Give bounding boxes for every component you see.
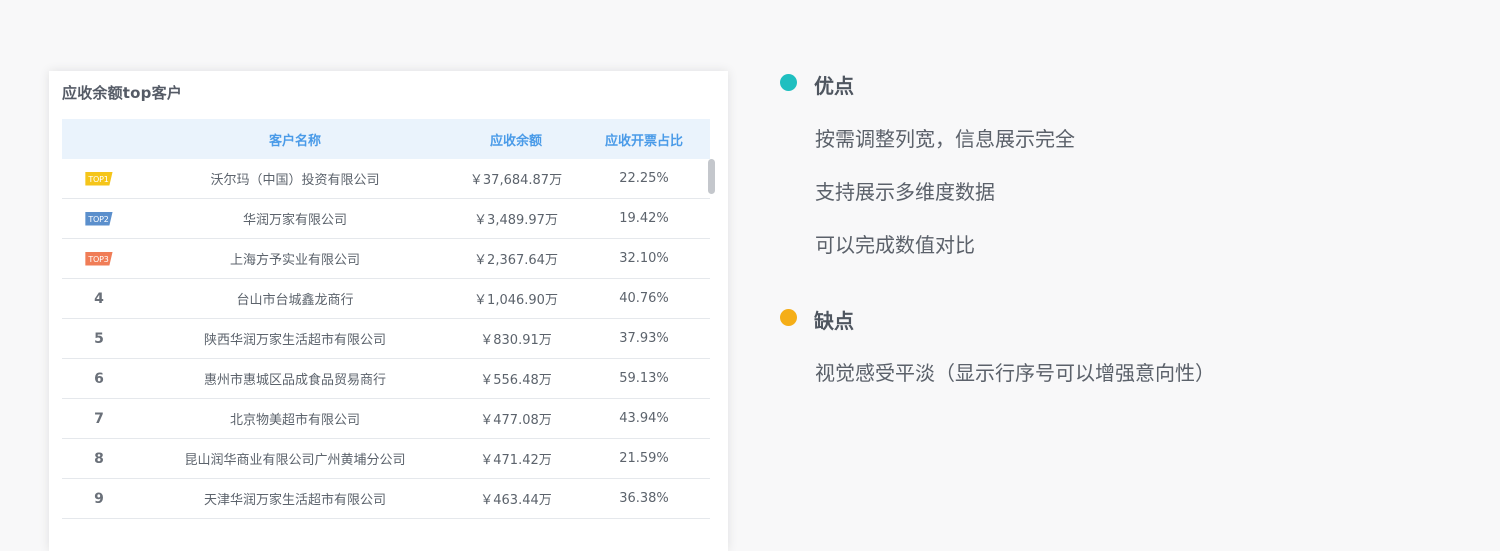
top2-badge: TOP2 (85, 211, 113, 226)
pros-point: 支持展示多维度数据 (815, 180, 995, 204)
amount-cell: ￥37,684.87万 (469, 173, 563, 188)
ratio-cell: 21.59% (619, 451, 669, 466)
rank-number: 9 (94, 490, 104, 507)
customer-name-cell: 北京物美超市有限公司 (229, 413, 360, 428)
customer-name-cell: 昆山润华商业有限公司广州黄埔分公司 (184, 453, 406, 468)
table-header: 客户名称 应收余额 应收开票占比 (62, 119, 710, 159)
amount-cell: ￥830.91万 (480, 333, 552, 348)
rank-number: 6 (94, 370, 104, 387)
customers-table: 客户名称 应收余额 应收开票占比 TOP1 沃尔玛（中国）投资有限公司 ￥37,… (62, 119, 710, 519)
table-row[interactable]: 8 昆山润华商业有限公司广州黄埔分公司 ￥471.42万 21.59% (62, 439, 710, 479)
ratio-cell: 40.76% (619, 291, 669, 306)
amount-cell: ￥477.08万 (480, 413, 552, 428)
header-customer-name[interactable]: 客户名称 (136, 130, 454, 149)
rank-number: 4 (94, 290, 104, 307)
header-receivable-amount[interactable]: 应收余额 (454, 130, 578, 149)
customer-name-cell: 台山市台城鑫龙商行 (236, 293, 354, 308)
customer-name-cell: 惠州市惠城区品成食品贸易商行 (203, 373, 386, 388)
amount-cell: ￥3,489.97万 (474, 213, 558, 228)
pros-dot-icon (780, 74, 797, 91)
table-row[interactable]: 6 惠州市惠城区品成食品贸易商行 ￥556.48万 59.13% (62, 359, 710, 399)
cons-point: 视觉感受平淡（显示行序号可以增强意向性） (815, 361, 1215, 385)
ratio-cell: 32.10% (619, 251, 669, 266)
table-row[interactable]: TOP2 华润万家有限公司 ￥3,489.97万 19.42% (62, 199, 710, 239)
pros-title: 优点 (814, 74, 854, 98)
rank-number: 8 (94, 450, 104, 467)
amount-cell: ￥1,046.90万 (474, 293, 558, 308)
table-scrollbar[interactable] (708, 159, 715, 194)
amount-cell: ￥471.42万 (480, 453, 552, 468)
customer-name-cell: 华润万家有限公司 (242, 213, 347, 228)
table-row[interactable]: 7 北京物美超市有限公司 ￥477.08万 43.94% (62, 399, 710, 439)
ratio-cell: 36.38% (619, 491, 669, 506)
table-row[interactable]: 5 陕西华润万家生活超市有限公司 ￥830.91万 37.93% (62, 319, 710, 359)
pros-point: 可以完成数值对比 (815, 233, 975, 257)
amount-cell: ￥556.48万 (480, 373, 552, 388)
customer-name-cell: 天津华润万家生活超市有限公司 (203, 493, 386, 508)
table-row[interactable]: TOP1 沃尔玛（中国）投资有限公司 ￥37,684.87万 22.25% (62, 159, 710, 199)
cons-title: 缺点 (814, 309, 854, 333)
ratio-cell: 37.93% (619, 331, 669, 346)
top1-badge: TOP1 (85, 171, 113, 186)
card-title: 应收余额top客户 (62, 84, 183, 102)
table-row[interactable]: TOP3 上海方予实业有限公司 ￥2,367.64万 32.10% (62, 239, 710, 279)
cons-dot-icon (780, 309, 797, 326)
top3-badge: TOP3 (85, 251, 113, 266)
ratio-cell: 59.13% (619, 371, 669, 386)
ratio-cell: 22.25% (619, 171, 669, 186)
amount-cell: ￥463.44万 (480, 493, 552, 508)
ratio-cell: 19.42% (619, 211, 669, 226)
amount-cell: ￥2,367.64万 (474, 253, 558, 268)
customer-name-cell: 上海方予实业有限公司 (229, 253, 360, 268)
rank-number: 5 (94, 330, 104, 347)
top-customers-card: 应收余额top客户 客户名称 应收余额 应收开票占比 TOP1 沃尔玛（中国）投… (49, 71, 728, 551)
table-row[interactable]: 9 天津华润万家生活超市有限公司 ￥463.44万 36.38% (62, 479, 710, 519)
table-row[interactable]: 4 台山市台城鑫龙商行 ￥1,046.90万 40.76% (62, 279, 710, 319)
customer-name-cell: 陕西华润万家生活超市有限公司 (203, 333, 386, 348)
rank-number: 7 (94, 410, 104, 427)
pros-point: 按需调整列宽，信息展示完全 (815, 127, 1075, 151)
ratio-cell: 43.94% (619, 411, 669, 426)
header-invoice-ratio[interactable]: 应收开票占比 (578, 130, 710, 149)
customer-name-cell: 沃尔玛（中国）投资有限公司 (210, 173, 380, 188)
